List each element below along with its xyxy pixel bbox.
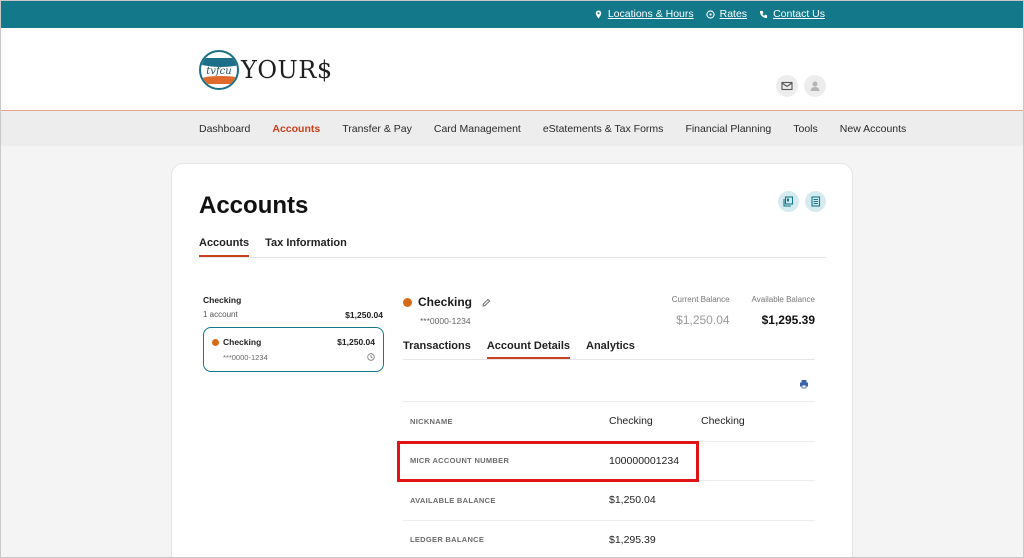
- account-group-total: $1,250.04: [345, 310, 383, 320]
- phone-icon: [759, 10, 768, 18]
- document-stack-icon: [783, 196, 794, 207]
- account-detail-name: Checking: [418, 295, 473, 309]
- details-row-key: MICR ACCOUNT NUMBER: [410, 456, 510, 466]
- account-group: Checking 1 account $1,250.04: [203, 295, 383, 320]
- details-row-key: NICKNAME: [410, 416, 453, 426]
- logo-emblem: tvfcu: [199, 50, 239, 90]
- profile-button[interactable]: [804, 75, 826, 97]
- title-actions: [778, 191, 826, 212]
- current-balance-label: Current Balance: [671, 295, 730, 304]
- account-tile-mask: ***0000-1234: [223, 353, 268, 362]
- dollar-circle-icon: [705, 9, 715, 19]
- current-balance-value: $1,250.04: [676, 313, 730, 327]
- details-row-value: Checking: [609, 415, 653, 428]
- details-row: MICR ACCOUNT NUMBER 100000001234: [403, 442, 815, 481]
- details-row-value: $1,250.04: [609, 494, 656, 507]
- nav-new-accounts[interactable]: New Accounts: [840, 123, 907, 135]
- statements-button[interactable]: [778, 191, 799, 212]
- nav-card-management[interactable]: Card Management: [434, 123, 521, 135]
- contact-link[interactable]: Contact Us: [759, 8, 825, 20]
- tab-account-details[interactable]: Account Details: [486, 340, 570, 359]
- page-tabs: Accounts Tax Information: [199, 237, 826, 258]
- rates-link-label: Rates: [719, 8, 748, 20]
- nav-tools[interactable]: Tools: [793, 123, 818, 135]
- account-group-count: 1 account: [203, 310, 238, 319]
- site-header: tvfcu YOUR$: [0, 28, 1024, 111]
- location-pin-icon: [595, 9, 602, 19]
- account-tile-name: Checking: [223, 337, 262, 347]
- account-tile-checking[interactable]: Checking $1,250.04 ***0000-1234: [203, 327, 384, 372]
- header-actions: [776, 75, 826, 97]
- logo[interactable]: tvfcu YOUR$: [199, 50, 333, 90]
- available-balance-label: Available Balance: [751, 295, 815, 304]
- tab-analytics[interactable]: Analytics: [586, 340, 635, 359]
- account-group-name: Checking: [203, 295, 242, 305]
- details-row: LEDGER BALANCE $1,295.39: [403, 521, 815, 558]
- user-icon: [810, 81, 820, 91]
- messages-button[interactable]: [776, 75, 798, 97]
- details-row: NICKNAME Checking Checking: [403, 402, 815, 442]
- details-row-key: AVAILABLE BALANCE: [410, 495, 496, 505]
- details-row-value: $1,295.39: [609, 533, 656, 546]
- details-row-value-secondary: Checking: [701, 415, 745, 428]
- rates-link[interactable]: Rates: [705, 8, 748, 20]
- clock-icon: [367, 353, 375, 361]
- nav-estatements[interactable]: eStatements & Tax Forms: [543, 123, 664, 135]
- document-list-icon: [811, 196, 821, 207]
- account-color-dot: [212, 338, 219, 346]
- locations-link-label: Locations & Hours: [607, 8, 694, 20]
- details-row-key: LEDGER BALANCE: [410, 535, 485, 545]
- account-details-table: NICKNAME Checking Checking MICR ACCOUNT …: [403, 401, 815, 558]
- logo-wordmark: YOUR$: [241, 56, 333, 84]
- tab-tax-information[interactable]: Tax Information: [265, 237, 347, 257]
- documents-button[interactable]: [805, 191, 826, 212]
- main-nav: Dashboard Accounts Transfer & Pay Card M…: [0, 111, 1024, 146]
- utility-bar: Locations & Hours Rates Contact Us: [0, 0, 1024, 28]
- nav-transfer-pay[interactable]: Transfer & Pay: [342, 123, 412, 135]
- tab-accounts[interactable]: Accounts: [199, 237, 250, 257]
- nav-financial-planning[interactable]: Financial Planning: [685, 123, 771, 135]
- mail-icon: [781, 81, 793, 91]
- logo-emblem-text: tvfcu: [206, 66, 232, 77]
- account-color-dot: [403, 297, 412, 307]
- page-title: Accounts: [199, 192, 309, 219]
- nav-dashboard[interactable]: Dashboard: [199, 123, 250, 135]
- account-detail: Checking ***0000-1234 Current Balance $1…: [403, 295, 815, 546]
- edit-pencil-icon[interactable]: [482, 298, 491, 307]
- locations-link[interactable]: Locations & Hours: [594, 8, 694, 20]
- details-row-value: 100000001234: [609, 454, 680, 467]
- detail-tabs: Transactions Account Details Analytics: [403, 340, 815, 360]
- details-row: AVAILABLE BALANCE $1,250.04: [403, 481, 815, 521]
- accounts-card: Accounts Accounts Tax Information Checki…: [171, 163, 853, 558]
- available-balance-value: $1,295.39: [761, 313, 815, 327]
- account-tile-balance: $1,250.04: [337, 337, 375, 347]
- print-icon[interactable]: [799, 379, 809, 389]
- tab-transactions[interactable]: Transactions: [403, 340, 471, 359]
- balance-summary: Current Balance $1,250.04 Available Bala…: [672, 295, 815, 327]
- contact-link-label: Contact Us: [773, 8, 825, 20]
- nav-accounts[interactable]: Accounts: [272, 123, 320, 135]
